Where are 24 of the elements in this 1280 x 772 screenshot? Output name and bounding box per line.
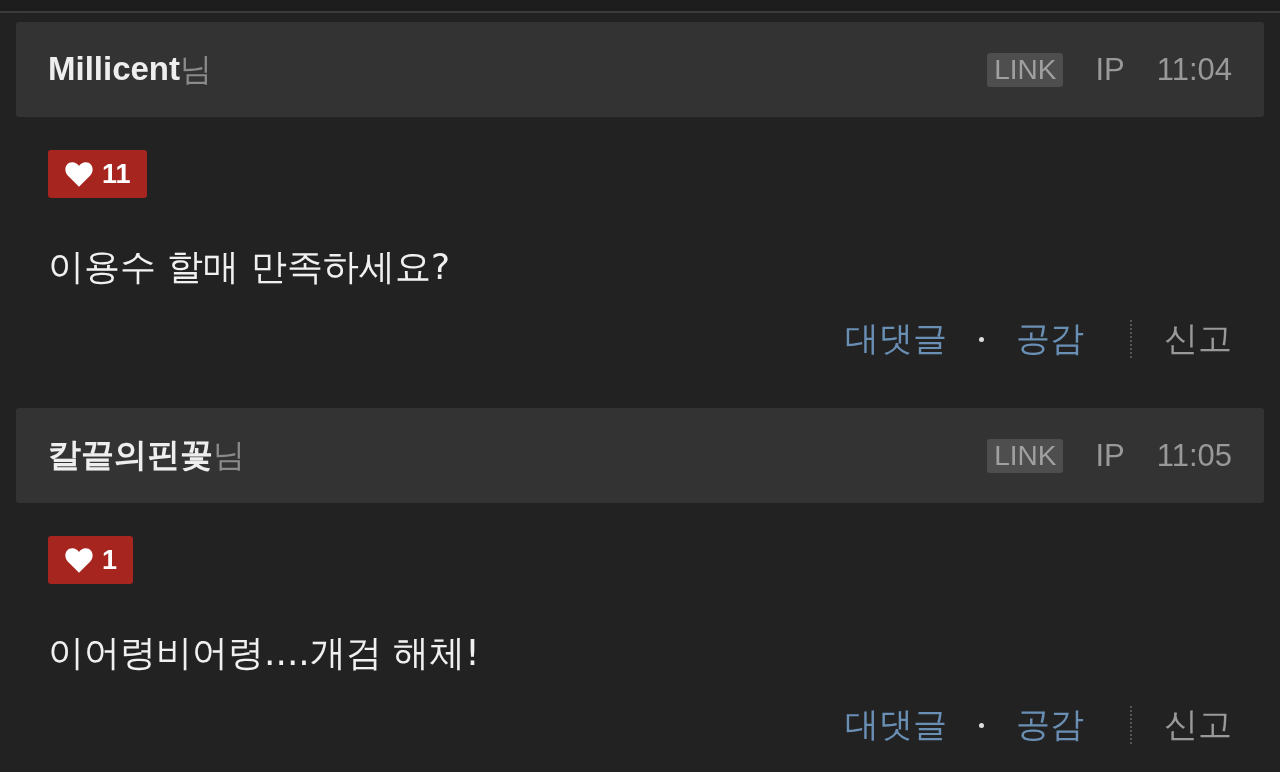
empathy-link[interactable]: 공감 (1016, 702, 1084, 748)
comment-time: 11:05 (1156, 437, 1232, 474)
link-button[interactable]: LINK (987, 438, 1064, 473)
ip-label: IP (1095, 51, 1125, 88)
like-count-badge: 11 (48, 150, 147, 198)
heart-icon (64, 160, 94, 188)
separator-dot (979, 336, 984, 342)
separator-dot (979, 722, 984, 728)
ip-label: IP (1095, 437, 1125, 474)
link-button[interactable]: LINK (987, 52, 1064, 87)
like-count-badge: 1 (48, 536, 134, 584)
honorific: 님 (180, 48, 213, 90)
reply-link[interactable]: 대댓글 (845, 702, 947, 748)
heart-icon (64, 546, 94, 574)
author-name[interactable]: Millicent (48, 49, 181, 88)
empathy-link[interactable]: 공감 (1016, 316, 1084, 362)
reply-link[interactable]: 대댓글 (845, 316, 947, 362)
comment-text: 이어령비어령....개검 해체! (48, 631, 481, 675)
report-link[interactable]: 신고 (1164, 316, 1232, 362)
report-link[interactable]: 신고 (1164, 702, 1232, 748)
author-name[interactable]: 칼끝의핀꽃 (48, 433, 213, 478)
honorific: 님 (213, 435, 245, 476)
comment-time: 11:04 (1156, 51, 1232, 88)
comment-text: 이용수 할매 만족하세요? (48, 245, 451, 289)
